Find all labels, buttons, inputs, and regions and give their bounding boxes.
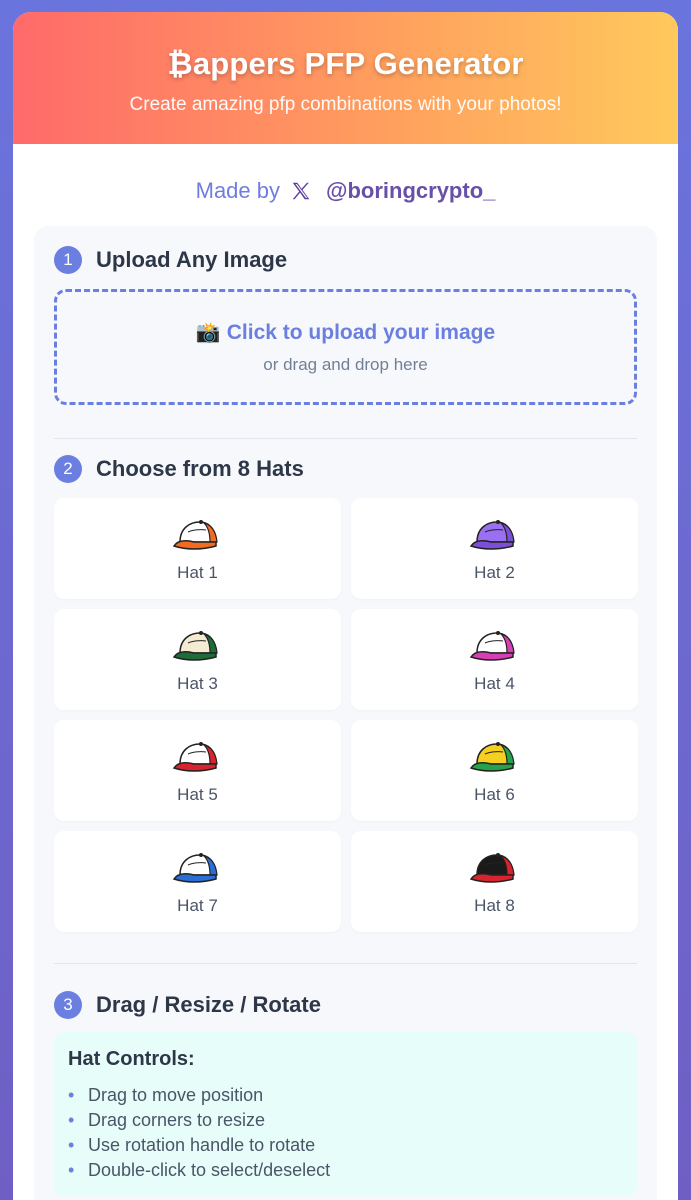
x-logo-icon	[292, 182, 310, 200]
list-item: Double-click to select/deselect	[68, 1158, 623, 1183]
cap-icon	[469, 853, 515, 883]
credit-line: Made by @boringcrypto_	[13, 178, 678, 204]
header-banner: ₿appers PFP Generator Create amazing pfp…	[13, 12, 678, 144]
page-title: ₿appers PFP Generator	[167, 46, 524, 81]
hat-label: Hat 3	[177, 674, 218, 693]
hat-label: Hat 6	[474, 785, 515, 804]
divider	[54, 963, 637, 964]
upload-dropzone[interactable]: 📸 Click to upload your image or drag and …	[54, 289, 637, 405]
divider	[54, 438, 637, 439]
upload-main-text: 📸 Click to upload your image	[57, 320, 634, 345]
hat-controls-title: Hat Controls:	[68, 1048, 195, 1070]
hat-label: Hat 4	[474, 674, 515, 693]
hat-label: Hat 8	[474, 896, 515, 915]
hat-option-6[interactable]: Hat 6	[351, 720, 638, 821]
cap-icon	[172, 631, 218, 661]
step2-heading: 2 Choose from 8 Hats	[54, 455, 304, 483]
hat-option-7[interactable]: Hat 7	[54, 831, 341, 932]
step3-title: Drag / Resize / Rotate	[96, 992, 321, 1017]
upload-main-label: Click to upload your image	[226, 321, 496, 344]
hat-option-1[interactable]: Hat 1	[54, 498, 341, 599]
cap-icon	[172, 742, 218, 772]
step3-number: 3	[54, 991, 82, 1019]
step1-title: Upload Any Image	[96, 247, 288, 272]
hat-controls-list: Drag to move position Drag corners to re…	[68, 1083, 623, 1183]
cap-icon	[469, 742, 515, 772]
hat-option-4[interactable]: Hat 4	[351, 609, 638, 710]
camera-icon: 📸	[195, 322, 221, 344]
step3-heading: 3 Drag / Resize / Rotate	[54, 991, 321, 1019]
list-item: Use rotation handle to rotate	[68, 1133, 623, 1158]
page-subtitle: Create amazing pfp combinations with you…	[129, 94, 562, 115]
steps-panel: 1 Upload Any Image 📸 Click to upload your…	[34, 226, 657, 1200]
cap-icon	[469, 631, 515, 661]
hat-label: Hat 5	[177, 785, 218, 804]
hat-grid: Hat 1 Hat 2 Hat 3 Hat 4 Hat 5 Hat 6 Hat 7 Hat 8	[54, 498, 638, 932]
credit-handle-link[interactable]: @boringcrypto_	[326, 178, 495, 204]
list-item: Drag to move position	[68, 1083, 623, 1108]
hat-option-3[interactable]: Hat 3	[54, 609, 341, 710]
cap-icon	[172, 520, 218, 550]
hat-label: Hat 2	[474, 563, 515, 582]
hat-controls-box: Hat Controls: Drag to move position Drag…	[54, 1032, 637, 1196]
hat-label: Hat 1	[177, 563, 218, 582]
step2-number: 2	[54, 455, 82, 483]
credit-prefix: Made by	[195, 178, 281, 203]
upload-sub-label: or drag and drop here	[263, 355, 428, 374]
hat-label: Hat 7	[177, 896, 218, 915]
step1-number: 1	[54, 246, 82, 274]
step2-title: Choose from 8 Hats	[96, 456, 304, 481]
hat-option-5[interactable]: Hat 5	[54, 720, 341, 821]
generator-card: ₿appers PFP Generator Create amazing pfp…	[13, 12, 678, 1200]
list-item: Drag corners to resize	[68, 1108, 623, 1133]
hat-option-2[interactable]: Hat 2	[351, 498, 638, 599]
step1-heading: 1 Upload Any Image	[54, 246, 287, 274]
cap-icon	[172, 853, 218, 883]
hat-option-8[interactable]: Hat 8	[351, 831, 638, 932]
cap-icon	[469, 520, 515, 550]
